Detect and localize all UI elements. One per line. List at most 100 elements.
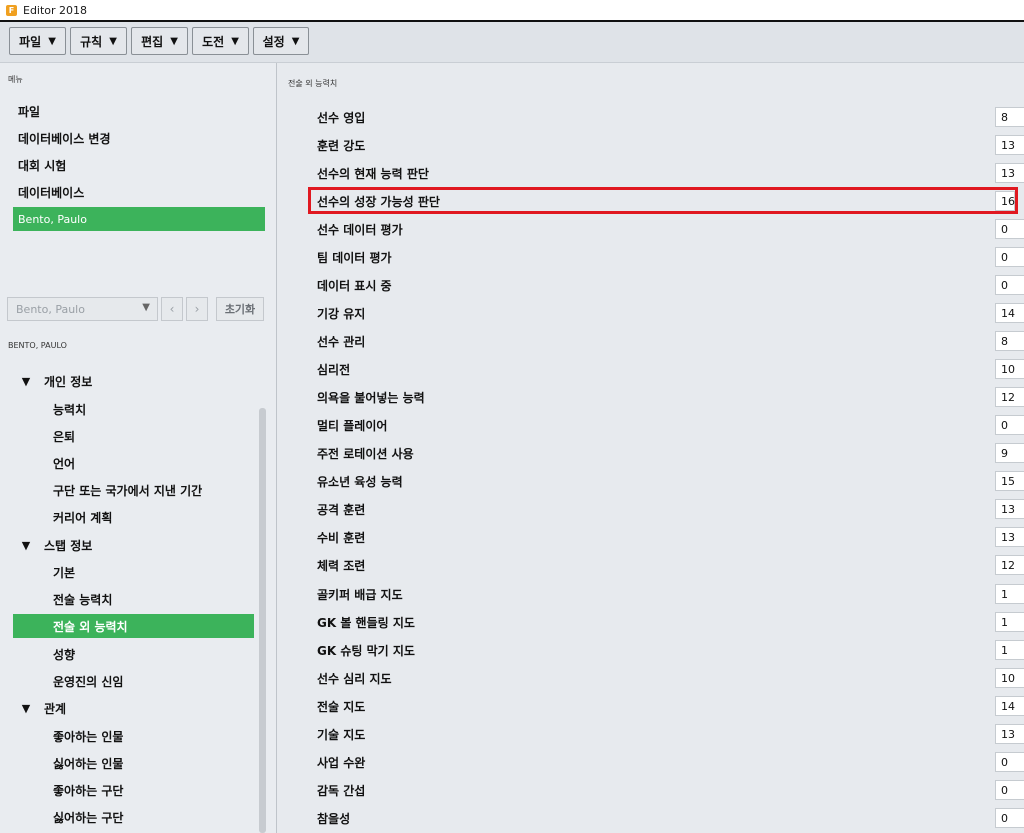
tree-item[interactable]: 성향: [53, 646, 75, 663]
attribute-value-field[interactable]: 13: [995, 499, 1024, 519]
tree-item-selected-bg: [13, 614, 254, 638]
menu-edit-button[interactable]: 편집 ▼: [131, 27, 188, 55]
attribute-label: 선수 관리: [317, 335, 366, 349]
chevron-down-icon: ▼: [21, 702, 31, 715]
tree-item[interactable]: 좋아하는 인물: [53, 728, 123, 745]
person-select[interactable]: Bento, Paulo ▼: [7, 297, 158, 321]
tree-item[interactable]: 커리어 계획: [53, 509, 112, 526]
attribute-value-field[interactable]: 8: [995, 107, 1024, 127]
attribute-value-field[interactable]: 0: [995, 247, 1024, 267]
tree-item[interactable]: 싫어하는 구단: [53, 809, 123, 826]
nav-item-competition-test[interactable]: 대회 시험: [18, 157, 66, 174]
attribute-value-field[interactable]: 15: [995, 471, 1024, 491]
attribute-value-field[interactable]: 1: [995, 612, 1024, 632]
chevron-down-icon: ▼: [109, 35, 117, 47]
tree-item[interactable]: 능력치: [53, 401, 86, 418]
attribute-label: 사업 수완: [317, 756, 366, 770]
attribute-value-field[interactable]: 10: [995, 359, 1024, 379]
tree-category-label: 스탭 정보: [44, 539, 93, 553]
attribute-value-field[interactable]: 0: [995, 415, 1024, 435]
attribute-value-field[interactable]: 12: [995, 387, 1024, 407]
attribute-label: 기강 유지: [317, 307, 366, 321]
menu-file-button[interactable]: 파일 ▼: [9, 27, 66, 55]
attribute-label: 선수 심리 지도: [317, 672, 392, 686]
tree-category-staff[interactable]: ▼ 스탭 정보: [18, 537, 93, 554]
attribute-label: 수비 훈련: [317, 531, 366, 545]
title-bar: F Editor 2018: [0, 0, 1024, 20]
next-button[interactable]: ›: [186, 297, 208, 321]
chevron-left-icon: ‹: [169, 302, 175, 316]
tree-category-personal[interactable]: ▼ 개인 정보: [18, 373, 93, 390]
attribute-label: 감독 간섭: [317, 784, 366, 798]
tree-item[interactable]: 언어: [53, 455, 75, 472]
attribute-label: 팀 데이터 평가: [317, 251, 392, 265]
attribute-value-field[interactable]: 14: [995, 303, 1024, 323]
previous-button[interactable]: ‹: [161, 297, 183, 321]
attribute-label: 멀티 플레이어: [317, 419, 388, 433]
app-icon: F: [6, 4, 17, 16]
menu-label: 편집: [141, 34, 164, 49]
attribute-label: 주전 로테이션 사용: [317, 447, 414, 461]
attribute-value-field[interactable]: 0: [995, 219, 1024, 239]
chevron-down-icon: ▼: [291, 35, 300, 47]
attribute-value-field[interactable]: 0: [995, 275, 1024, 295]
window-title: Editor 2018: [23, 3, 88, 17]
tree-item[interactable]: 구단 또는 국가에서 지낸 기간: [53, 482, 202, 499]
reset-button[interactable]: 초기화: [216, 297, 264, 321]
menu-label: 설정: [262, 34, 285, 49]
attribute-label: 선수의 현재 능력 판단: [317, 167, 429, 181]
tree-item[interactable]: 전술 능력치: [53, 591, 112, 608]
section-header: 전술 외 능력치: [288, 79, 338, 88]
nav-item-selected-person[interactable]: Bento, Paulo: [13, 207, 265, 231]
attribute-value-field[interactable]: 14: [995, 696, 1024, 716]
attribute-label: 전술 지도: [317, 700, 366, 714]
attribute-value-field[interactable]: 13: [995, 163, 1024, 183]
attribute-label: GK 슈팅 막기 지도: [317, 644, 415, 658]
chevron-down-icon: ▼: [48, 35, 56, 47]
nav-item-change-database[interactable]: 데이터베이스 변경: [18, 130, 111, 147]
tree-category-label: 관계: [44, 702, 67, 716]
nav-item-label: Bento, Paulo: [18, 212, 87, 226]
attribute-value-field[interactable]: 9: [995, 443, 1024, 463]
attribute-value-field[interactable]: 0: [995, 808, 1024, 828]
nav-item-file[interactable]: 파일: [18, 103, 40, 120]
nav-item-database[interactable]: 데이터베이스: [18, 184, 84, 201]
tree-item[interactable]: 기본: [53, 564, 75, 581]
sidebar: [0, 63, 277, 833]
attribute-value-field[interactable]: 0: [995, 752, 1024, 772]
tree-scrollbar[interactable]: [259, 408, 266, 833]
person-select-value: Bento, Paulo: [16, 302, 85, 316]
attribute-label: 데이터 표시 중: [317, 279, 392, 293]
person-header: BENTO, PAULO: [8, 341, 67, 350]
chevron-down-icon: ▼: [142, 302, 150, 313]
attribute-value-field[interactable]: 10: [995, 668, 1024, 688]
attribute-label: 선수 영입: [317, 111, 366, 125]
tree-category-label: 개인 정보: [44, 375, 93, 389]
attribute-label: 체력 조련: [317, 559, 366, 573]
attribute-value-field[interactable]: 0: [995, 780, 1024, 800]
menu-challenge-button[interactable]: 도전 ▼: [192, 27, 249, 55]
tree-item[interactable]: 운영진의 신임: [53, 673, 123, 690]
chevron-down-icon: ▼: [21, 539, 31, 552]
attribute-label: 선수 데이터 평가: [317, 223, 403, 237]
attribute-value-field[interactable]: 12: [995, 555, 1024, 575]
chevron-right-icon: ›: [194, 302, 200, 316]
attribute-value-field[interactable]: 13: [995, 724, 1024, 744]
attribute-value-field[interactable]: 8: [995, 331, 1024, 351]
attribute-value-field[interactable]: 13: [995, 135, 1024, 155]
attribute-label: 유소년 육성 능력: [317, 475, 403, 489]
menu-rules-button[interactable]: 규칙 ▼: [70, 27, 127, 55]
menu-label: 도전: [202, 34, 225, 49]
attribute-label: GK 볼 핸들링 지도: [317, 616, 415, 630]
tree-category-relations[interactable]: ▼ 관계: [18, 700, 66, 717]
tree-item-selected[interactable]: 전술 외 능력치: [53, 618, 128, 635]
attribute-value-field[interactable]: 1: [995, 584, 1024, 604]
tree-item[interactable]: 좋아하는 구단: [53, 782, 123, 799]
attribute-label: 공격 훈련: [317, 503, 366, 517]
tree-item[interactable]: 은퇴: [53, 428, 75, 445]
attribute-value-field[interactable]: 13: [995, 527, 1024, 547]
attribute-value-field[interactable]: 1: [995, 640, 1024, 660]
attribute-label: 의욕을 불어넣는 능력: [317, 391, 425, 405]
tree-item[interactable]: 싫어하는 인물: [53, 755, 123, 772]
menu-settings-button[interactable]: 설정 ▼: [253, 27, 309, 55]
